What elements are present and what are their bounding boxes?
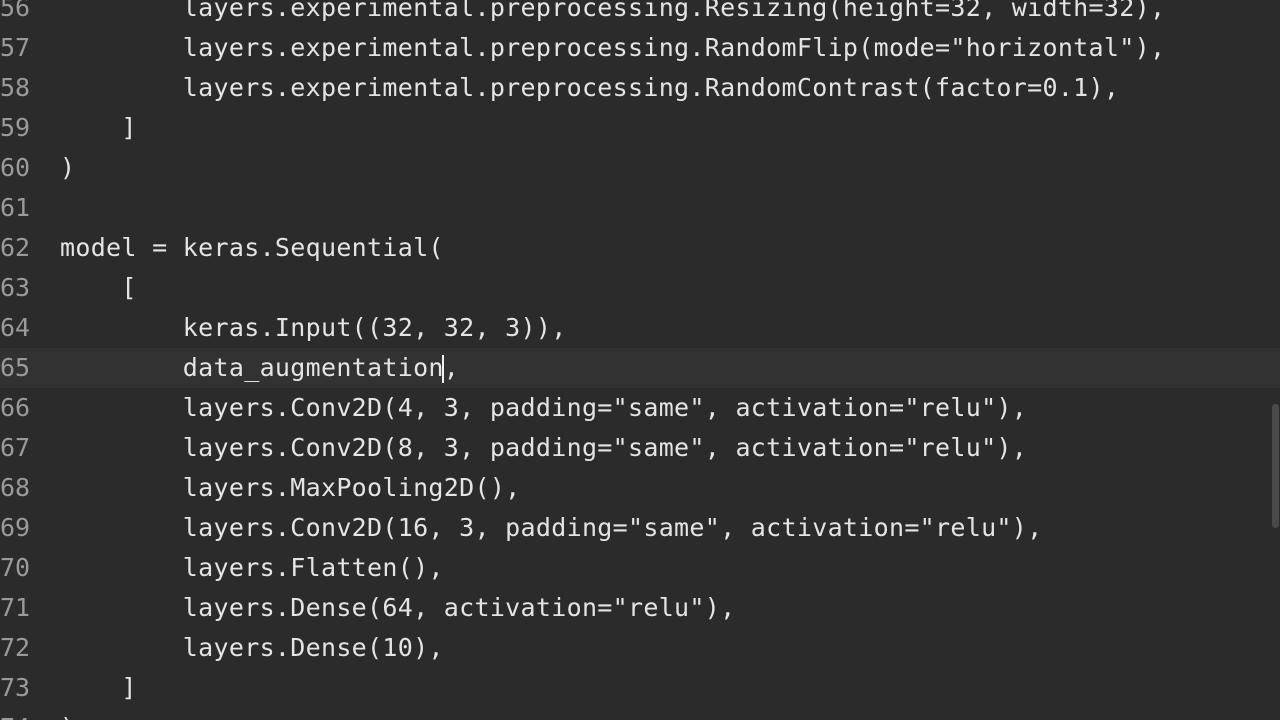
line-number: 66 [0,393,31,422]
code-line-70[interactable]: 70 layers.Flatten(), [0,548,1280,588]
code-line-61[interactable]: 61 [0,188,1280,228]
line-text[interactable]: layers.Flatten(), [60,548,444,588]
code-line-72[interactable]: 72 layers.Dense(10), [0,628,1280,668]
line-text-after-caret: , [443,353,460,382]
code-line-74[interactable]: 74 ) [0,708,1280,720]
line-text[interactable]: layers.experimental.preprocessing.Random… [60,28,1165,68]
line-number: 56 [0,0,31,22]
line-text[interactable]: layers.experimental.preprocessing.Random… [60,68,1119,108]
line-number: 65 [0,353,31,382]
line-text[interactable]: keras.Input((32, 32, 3)), [60,308,567,348]
line-number: 59 [0,113,31,142]
code-line-66[interactable]: 66 layers.Conv2D(4, 3, padding="same", a… [0,388,1280,428]
code-line-56[interactable]: 56 layers.experimental.preprocessing.Res… [0,0,1280,28]
line-text[interactable]: ) [60,148,75,188]
line-text[interactable]: layers.Conv2D(4, 3, padding="same", acti… [60,388,1027,428]
line-text[interactable]: layers.Dense(64, activation="relu"), [60,588,735,628]
line-number: 63 [0,273,31,302]
line-number: 60 [0,153,31,182]
code-line-64[interactable]: 64 keras.Input((32, 32, 3)), [0,308,1280,348]
code-line-67[interactable]: 67 layers.Conv2D(8, 3, padding="same", a… [0,428,1280,468]
line-text[interactable]: layers.Conv2D(8, 3, padding="same", acti… [60,428,1027,468]
line-number: 74 [0,708,44,720]
code-line-59[interactable]: 59 ] [0,108,1280,148]
code-line-60[interactable]: 60 ) [0,148,1280,188]
line-number: 57 [0,33,31,62]
code-line-68[interactable]: 68 layers.MaxPooling2D(), [0,468,1280,508]
line-text[interactable]: layers.experimental.preprocessing.Resizi… [60,0,1165,28]
line-number: 70 [0,553,31,582]
code-line-69[interactable]: 69 layers.Conv2D(16, 3, padding="same", … [0,508,1280,548]
code-area[interactable]: 56 layers.experimental.preprocessing.Res… [0,0,1280,720]
code-line-57[interactable]: 57 layers.experimental.preprocessing.Ran… [0,28,1280,68]
line-number: 73 [0,673,31,702]
line-number: 71 [0,593,31,622]
code-line-58[interactable]: 58 layers.experimental.preprocessing.Ran… [0,68,1280,108]
line-number: 64 [0,313,31,342]
code-line-63[interactable]: 63 [ [0,268,1280,308]
line-number: 72 [0,633,31,662]
line-number: 69 [0,513,31,542]
code-line-62[interactable]: 62 model = keras.Sequential( [0,228,1280,268]
line-text[interactable]: ] [60,668,137,708]
code-line-65-current[interactable]: 65 data_augmentation, [0,348,1280,388]
line-number: 68 [0,473,31,502]
line-text[interactable]: [ [60,268,137,308]
line-number: 58 [0,73,31,102]
line-text[interactable]: layers.Conv2D(16, 3, padding="same", act… [60,508,1042,548]
code-line-71[interactable]: 71 layers.Dense(64, activation="relu"), [0,588,1280,628]
line-text-before-caret: data_augmentation [60,353,444,382]
line-number: 61 [0,193,31,222]
scrollbar-thumb[interactable] [1272,404,1279,528]
line-text[interactable]: ] [60,108,137,148]
line-text[interactable]: model = keras.Sequential( [60,228,444,268]
code-editor[interactable]: 56 layers.experimental.preprocessing.Res… [0,0,1280,720]
line-text[interactable]: ) [60,708,75,720]
line-number: 67 [0,433,31,462]
vertical-scrollbar[interactable] [1272,0,1280,720]
line-number: 62 [0,233,31,262]
line-text[interactable]: layers.Dense(10), [60,628,444,668]
line-text[interactable]: layers.MaxPooling2D(), [60,468,521,508]
line-text[interactable]: data_augmentation, [60,348,459,388]
code-line-73[interactable]: 73 ] [0,668,1280,708]
